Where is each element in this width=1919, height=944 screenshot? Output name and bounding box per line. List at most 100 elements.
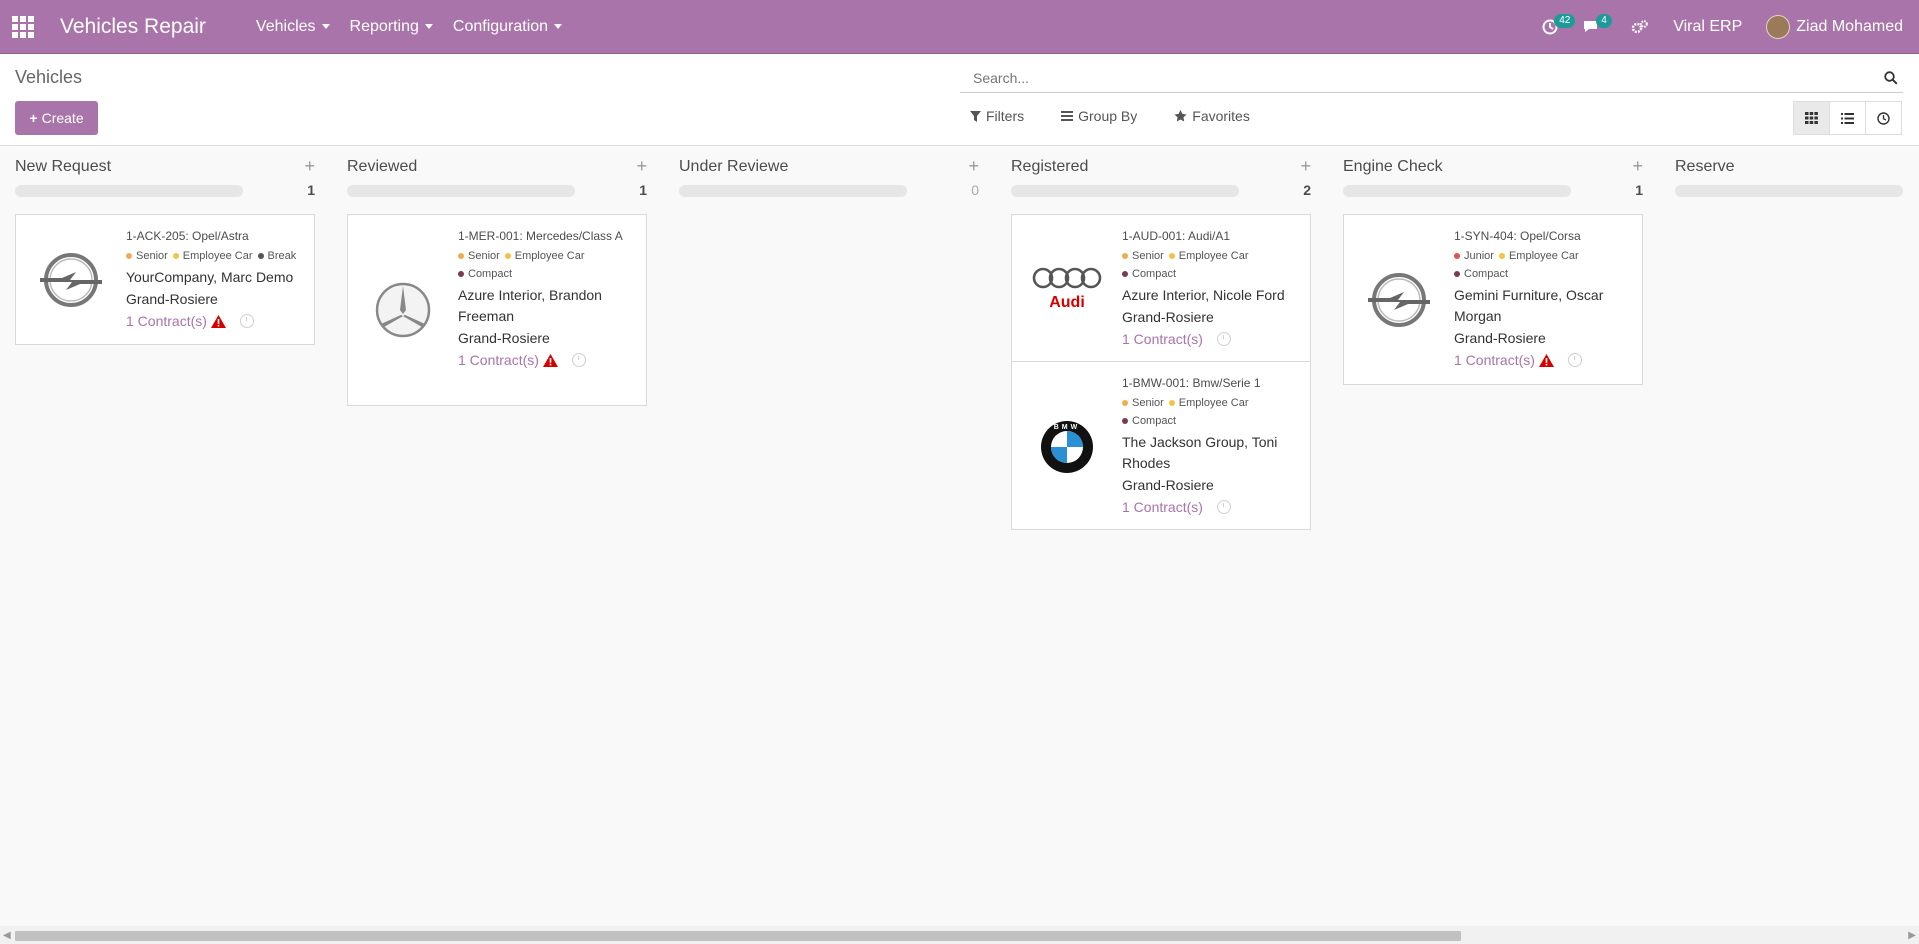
location: Grand-Rosiere [126,291,218,307]
column-progress-bar [679,185,907,197]
column-count: 1 [307,182,315,198]
activity-clock-icon[interactable] [1567,353,1582,367]
contracts-link[interactable]: 1 Contract(s) [458,349,539,371]
warning-icon [542,353,558,367]
group-by-button[interactable]: Group By [1061,108,1137,124]
control-panel: Vehicles + Create Filters Group By Favor… [0,54,1919,146]
tag-list: Senior Employee Car Break [126,247,306,265]
caret-down-icon [554,24,563,29]
kanban-view-button[interactable] [1793,101,1830,135]
apps-menu-icon[interactable] [11,15,35,39]
column-progress-bar [347,185,575,197]
activity-clock-icon[interactable] [1216,332,1231,346]
company-switcher[interactable]: Viral ERP [1661,0,1754,53]
bmw-logo-text: BMW [1054,424,1081,431]
location: Grand-Rosiere [1122,477,1214,493]
column-title[interactable]: New Request [15,158,111,176]
warning-icon [1538,353,1554,367]
user-menu[interactable]: Ziad Mohamed [1754,0,1919,53]
horizontal-scrollbar[interactable]: ◀ ▶ [0,926,1919,944]
location: Grand-Rosiere [1454,330,1546,346]
contracts-link[interactable]: 1 Contract(s) [1122,496,1203,518]
star-icon [1174,110,1187,122]
menu-reporting[interactable]: Reporting [340,18,443,36]
column-count: 1 [1635,182,1643,198]
driver-name: Azure Interior, Brandon Freeman [458,287,602,324]
column-count: 2 [1303,182,1311,198]
user-name: Ziad Mohamed [1796,17,1903,35]
tag-break: Break [257,247,296,265]
vehicle-reference: 1-MER-001: Mercedes/Class A [458,229,623,243]
tag-employee-car: Employee Car [1498,247,1579,265]
vehicle-card[interactable]: Audi 1-AUD-001: Audi/A1 Senior Employee C… [1011,214,1311,362]
activity-button[interactable]: 42 [1530,0,1576,53]
column-title[interactable]: Under Reviewe [679,158,788,176]
filters-label: Filters [986,108,1025,124]
caret-down-icon [424,24,433,29]
tag-compact: Compact [458,265,512,283]
settings-button[interactable] [1619,0,1661,53]
contracts-link[interactable]: 1 Contract(s) [1122,328,1203,350]
tag-list: Senior Employee Car Compact [458,247,638,283]
contracts-link[interactable]: 1 Contract(s) [126,310,207,332]
filters-button[interactable]: Filters [970,108,1024,124]
create-button[interactable]: + Create [15,101,98,135]
vehicle-reference: 1-ACK-205: Opel/Astra [126,229,249,243]
search-input[interactable] [960,69,1879,87]
tag-senior: Senior [126,247,168,265]
vehicle-card[interactable]: 1-SYN-404: Opel/Corsa Junior Employee Car… [1343,214,1643,385]
tag-compact: Compact [1122,265,1176,283]
vehicle-card[interactable]: 1-ACK-205: Opel/Astra Senior Employee Car… [15,214,315,345]
column-progress-bar [1343,185,1571,197]
gears-icon [1632,19,1649,33]
bmw-logo-icon: BMW [1022,402,1112,492]
tag-senior: Senior [458,247,500,265]
column-title[interactable]: Reserve [1675,158,1735,176]
activity-view-button[interactable] [1865,101,1902,135]
contracts-link[interactable]: 1 Contract(s) [1454,349,1535,371]
vehicle-card[interactable]: 1-MER-001: Mercedes/Class A Senior Employ… [347,214,647,406]
tag-compact: Compact [1122,412,1176,430]
top-navbar: Vehicles Repair Vehicles Reporting Confi… [0,0,1919,54]
tag-senior: Senior [1122,394,1164,412]
mercedes-logo-icon [358,265,448,355]
vehicle-card[interactable]: BMW 1-BMW-001: Bmw/Serie 1 Senior Employe… [1011,362,1311,530]
vehicle-reference: 1-AUD-001: Audi/A1 [1122,229,1231,243]
column-title[interactable]: Registered [1011,158,1088,176]
activity-clock-icon[interactable] [239,314,254,328]
quick-create-plus-icon[interactable]: + [1632,156,1643,177]
tag-junior: Junior [1454,247,1494,265]
menu-vehicles[interactable]: Vehicles [246,18,340,36]
search-icon[interactable] [1879,71,1903,85]
tag-list: Junior Employee Car Compact [1454,247,1634,283]
favorites-button[interactable]: Favorites [1174,108,1250,124]
audi-logo-text: Audi [1049,294,1085,311]
menu-configuration[interactable]: Configuration [443,18,572,36]
vehicle-reference: 1-SYN-404: Opel/Corsa [1454,229,1581,243]
column-title[interactable]: Reviewed [347,158,417,176]
messages-button[interactable]: 4 [1570,0,1612,53]
opel-logo-icon [26,235,116,325]
quick-create-plus-icon[interactable]: + [1300,156,1311,177]
scroll-right-arrow-icon[interactable]: ▶ [1908,930,1916,941]
quick-create-plus-icon[interactable]: + [304,156,315,177]
location: Grand-Rosiere [458,330,550,346]
activity-clock-icon[interactable] [1216,500,1231,514]
tag-employee-car: Employee Car [504,247,585,265]
app-title[interactable]: Vehicles Repair [60,15,206,39]
vehicle-reference: 1-BMW-001: Bmw/Serie 1 [1122,376,1261,390]
plus-icon: + [29,110,38,126]
view-switcher [1793,101,1902,135]
scroll-left-arrow-icon[interactable]: ◀ [3,930,11,941]
menu-configuration-label: Configuration [452,17,549,35]
column-title[interactable]: Engine Check [1343,158,1443,176]
activity-clock-icon[interactable] [571,353,586,367]
quick-create-plus-icon[interactable]: + [968,156,979,177]
tag-list: Senior Employee Car Compact [1122,247,1302,283]
group-by-label: Group By [1078,108,1138,124]
quick-create-plus-icon[interactable]: + [636,156,647,177]
tag-compact: Compact [1454,265,1508,283]
scrollbar-thumb[interactable] [15,931,1461,941]
grid-icon [1805,112,1818,124]
list-view-button[interactable] [1829,101,1866,135]
